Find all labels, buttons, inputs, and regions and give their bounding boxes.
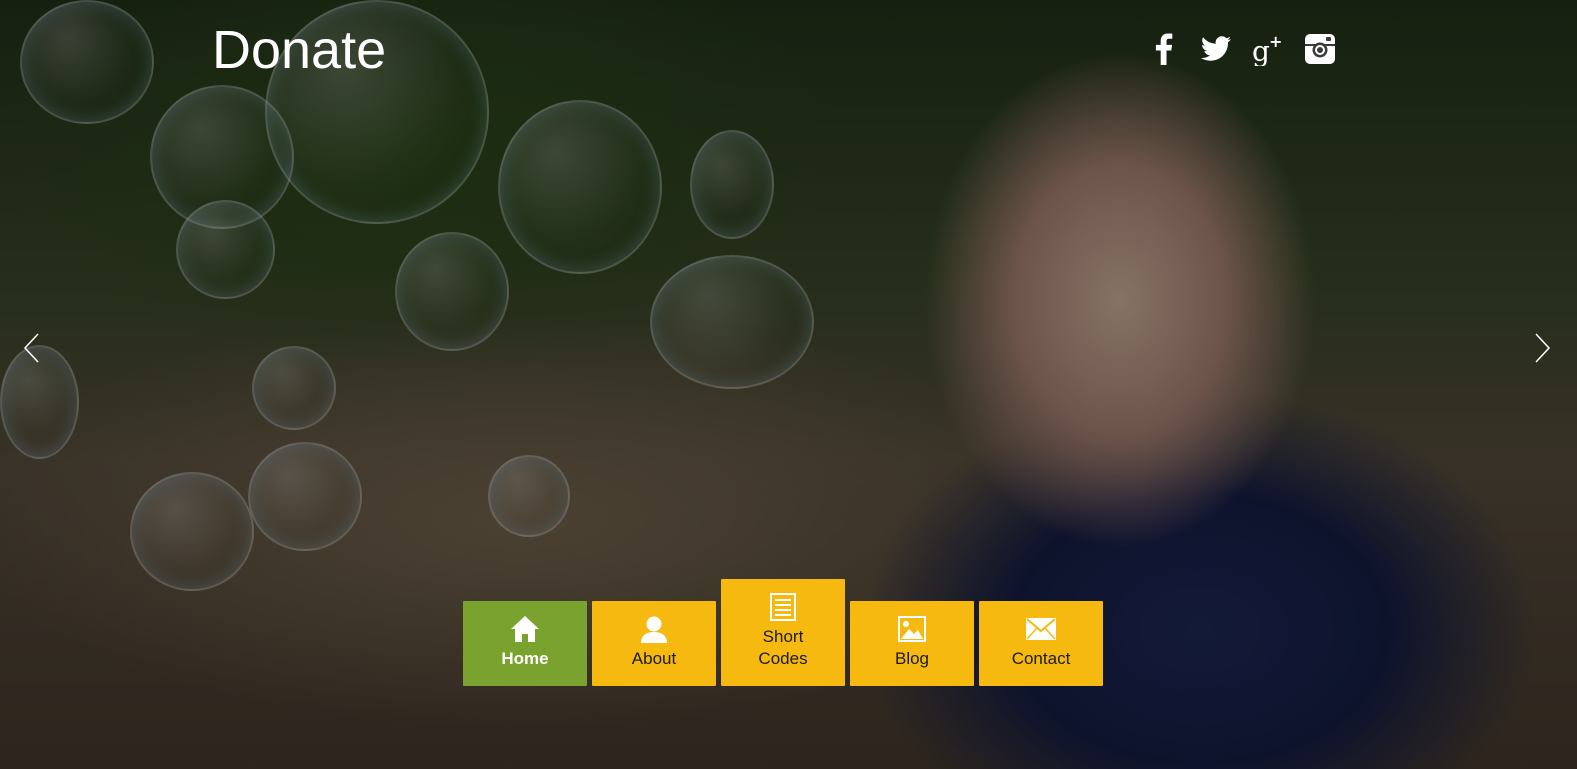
nav-item-short-codes[interactable]: Short Codes bbox=[721, 579, 845, 686]
social-links: g + bbox=[1148, 30, 1336, 68]
chevron-right-icon bbox=[1535, 333, 1551, 363]
nav-item-about[interactable]: About bbox=[592, 601, 716, 686]
instagram-icon bbox=[1305, 34, 1335, 64]
hero-banner: Donate g + Home About Short Codes Blog C… bbox=[0, 0, 1577, 769]
svg-text:+: + bbox=[1269, 32, 1282, 51]
nav-item-label: Home bbox=[501, 649, 549, 668]
svg-text:g: g bbox=[1252, 35, 1270, 66]
nav-item-home[interactable]: Home bbox=[463, 601, 587, 686]
google-plus-icon: g + bbox=[1252, 32, 1282, 66]
twitter-icon bbox=[1201, 36, 1231, 61]
envelope-icon bbox=[1026, 614, 1056, 644]
facebook-icon bbox=[1155, 33, 1173, 65]
document-list-icon bbox=[770, 592, 796, 622]
nav-item-contact[interactable]: Contact bbox=[979, 601, 1103, 686]
nav-item-label: Short Codes bbox=[758, 627, 808, 668]
user-icon bbox=[640, 614, 668, 644]
nav-item-label: About bbox=[631, 649, 677, 668]
google-plus-link[interactable]: g + bbox=[1252, 30, 1284, 68]
home-icon bbox=[510, 614, 540, 644]
nav-item-blog[interactable]: Blog bbox=[850, 601, 974, 686]
main-navigation: Home About Short Codes Blog Contact bbox=[463, 579, 1103, 686]
nav-item-label: Contact bbox=[1011, 649, 1071, 668]
twitter-link[interactable] bbox=[1200, 30, 1232, 68]
slider-next-button[interactable] bbox=[1532, 332, 1552, 364]
chevron-left-icon bbox=[23, 333, 39, 363]
instagram-link[interactable] bbox=[1304, 30, 1336, 68]
image-icon bbox=[898, 614, 926, 644]
slider-prev-button[interactable] bbox=[22, 332, 42, 364]
nav-item-label: Blog bbox=[894, 649, 930, 668]
site-logo[interactable]: Donate bbox=[212, 18, 386, 82]
facebook-link[interactable] bbox=[1148, 30, 1180, 68]
